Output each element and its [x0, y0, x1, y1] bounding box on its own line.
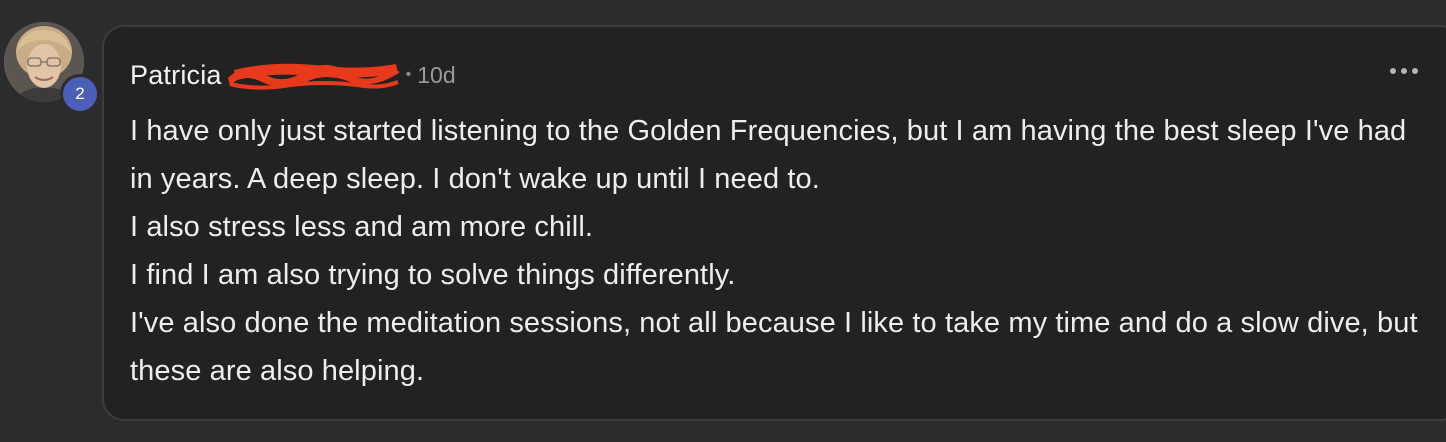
comment-paragraph: I've also done the meditation sessions, … — [130, 307, 1418, 387]
more-options-button[interactable] — [1384, 59, 1424, 83]
level-badge: 2 — [60, 74, 100, 114]
comment-paragraph: I have only just started listening to th… — [130, 115, 1407, 195]
comment-header: Patricia • 10d — [130, 57, 456, 93]
redaction-scribble — [224, 60, 404, 90]
comment-thread: 2 Patricia • 10d I have only just starte… — [0, 0, 1446, 442]
comment-paragraph: I find I am also trying to solve things … — [130, 259, 736, 291]
more-horizontal-icon — [1401, 68, 1407, 74]
comment-card: Patricia • 10d I have only just started … — [102, 25, 1446, 421]
more-horizontal-icon — [1390, 68, 1396, 74]
more-horizontal-icon — [1412, 68, 1418, 74]
timestamp[interactable]: 10d — [417, 62, 455, 89]
author-name[interactable]: Patricia — [130, 60, 222, 91]
avatar-container[interactable]: 2 — [4, 22, 100, 114]
meta-separator: • — [405, 66, 412, 83]
comment-paragraph: I also stress less and am more chill. — [130, 211, 594, 243]
comment-body: I have only just started listening to th… — [130, 107, 1420, 395]
